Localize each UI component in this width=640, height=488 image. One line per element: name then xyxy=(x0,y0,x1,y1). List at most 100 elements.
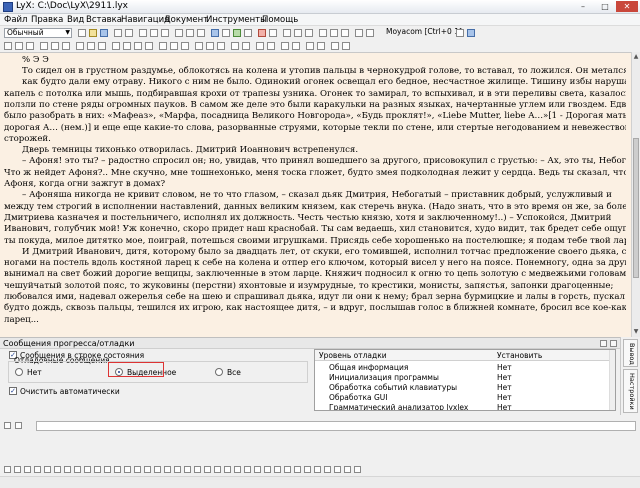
copy-icon[interactable] xyxy=(150,29,158,37)
relations-icon[interactable] xyxy=(231,42,239,50)
fraction-icon[interactable] xyxy=(112,42,120,50)
column-header-set[interactable]: Установить xyxy=(497,351,542,360)
align-right-icon[interactable] xyxy=(62,42,70,50)
note-icon[interactable] xyxy=(355,29,363,37)
auto-clear-checkbox[interactable]: ✓ xyxy=(9,387,17,395)
thesaurus-icon[interactable] xyxy=(305,29,313,37)
history-back-icon[interactable] xyxy=(4,422,11,429)
sum-icon[interactable] xyxy=(159,42,167,50)
align-left-icon[interactable] xyxy=(40,42,48,50)
acute-icon[interactable] xyxy=(354,466,361,473)
find-icon[interactable] xyxy=(175,29,183,37)
tab-settings[interactable]: Настройки xyxy=(623,369,638,413)
open-folder-icon[interactable] xyxy=(89,29,97,37)
arrows-icon[interactable] xyxy=(217,42,225,50)
accept-change-icon[interactable] xyxy=(330,29,338,37)
maximize-button[interactable]: □ xyxy=(594,1,616,12)
menu-view[interactable]: Вид xyxy=(67,14,84,26)
scrollbar-thumb[interactable] xyxy=(633,138,639,278)
menu-document[interactable]: Документ xyxy=(164,14,208,26)
close-button[interactable]: ✕ xyxy=(616,1,638,12)
style-icon[interactable] xyxy=(274,466,281,473)
track-changes-icon[interactable] xyxy=(319,29,327,37)
label-icon[interactable] xyxy=(366,29,374,37)
strikeout-icon[interactable] xyxy=(34,466,41,473)
close-panel-icon[interactable] xyxy=(610,340,617,347)
table-row[interactable]: Инициализация программы Нет xyxy=(315,372,615,382)
sum-icon[interactable] xyxy=(174,466,181,473)
emph-icon[interactable] xyxy=(84,466,91,473)
space-icon[interactable] xyxy=(264,466,271,473)
superscript-icon[interactable] xyxy=(134,42,142,50)
settings-icon[interactable] xyxy=(467,29,475,37)
figure-icon[interactable] xyxy=(233,29,241,37)
dots-icon[interactable] xyxy=(281,42,289,50)
tilde-icon[interactable] xyxy=(314,466,321,473)
text-style-icon[interactable] xyxy=(211,29,219,37)
italic-icon[interactable] xyxy=(15,42,23,50)
sup-icon[interactable] xyxy=(154,466,161,473)
color-icon[interactable] xyxy=(114,466,121,473)
functions-icon[interactable] xyxy=(292,42,300,50)
undo-icon[interactable] xyxy=(114,29,122,37)
dots-icon[interactable] xyxy=(254,466,261,473)
table-row[interactable]: Общая информация Нет xyxy=(315,362,615,372)
font-math-icon[interactable] xyxy=(317,42,325,50)
noun-icon[interactable] xyxy=(94,466,101,473)
noun-icon[interactable] xyxy=(197,29,205,37)
frac-icon[interactable] xyxy=(134,466,141,473)
cases-icon[interactable] xyxy=(224,466,231,473)
serif-icon[interactable] xyxy=(54,466,61,473)
menu-file[interactable]: Файл xyxy=(4,14,27,26)
bold-icon[interactable] xyxy=(4,42,12,50)
layout-icon[interactable] xyxy=(456,29,464,37)
new-document-icon[interactable] xyxy=(78,29,86,37)
root-icon[interactable] xyxy=(144,466,151,473)
spellcheck-icon[interactable] xyxy=(294,29,302,37)
save-icon[interactable] xyxy=(100,29,108,37)
scroll-up-icon[interactable]: ▲ xyxy=(632,53,640,60)
prod-icon[interactable] xyxy=(194,466,201,473)
tab-output[interactable]: Вывод xyxy=(623,339,638,367)
brace-icon[interactable] xyxy=(234,466,241,473)
space-icon[interactable] xyxy=(256,42,264,50)
radio-none[interactable] xyxy=(15,368,23,376)
ddot-icon[interactable] xyxy=(334,466,341,473)
paste-icon[interactable] xyxy=(161,29,169,37)
math-icon[interactable] xyxy=(222,29,230,37)
scroll-down-icon[interactable]: ▼ xyxy=(632,328,640,335)
document-editor[interactable]: % Э Э То сидел он в грустном раздумье, о… xyxy=(0,52,631,337)
radio-all[interactable] xyxy=(215,368,223,376)
table-icon[interactable] xyxy=(244,29,252,37)
underline-icon[interactable] xyxy=(26,42,34,50)
table-scrollbar[interactable] xyxy=(609,350,615,410)
operators-icon[interactable] xyxy=(206,42,214,50)
misc-symbols-icon[interactable] xyxy=(306,42,314,50)
dot-icon[interactable] xyxy=(324,466,331,473)
grave-icon[interactable] xyxy=(344,466,351,473)
lang-icon[interactable] xyxy=(124,466,131,473)
bold-icon[interactable] xyxy=(4,466,11,473)
float-icon[interactable] xyxy=(600,340,607,347)
align-center-icon[interactable] xyxy=(51,42,59,50)
toc-icon[interactable] xyxy=(283,29,291,37)
sub-icon[interactable] xyxy=(164,466,171,473)
vec-icon[interactable] xyxy=(304,466,311,473)
command-input[interactable] xyxy=(36,421,636,431)
menu-help[interactable]: Помощь xyxy=(262,14,298,26)
mono-icon[interactable] xyxy=(64,466,71,473)
integral-icon[interactable] xyxy=(170,42,178,50)
column-header-level[interactable]: Уровень отладки xyxy=(319,351,387,360)
history-forward-icon[interactable] xyxy=(15,422,22,429)
menu-tools[interactable]: Инструменты xyxy=(206,14,267,26)
view-pdf-icon[interactable] xyxy=(258,29,266,37)
table-row[interactable]: Обработка GUI Нет xyxy=(315,392,615,402)
cut-icon[interactable] xyxy=(139,29,147,37)
minimize-button[interactable]: – xyxy=(572,1,594,12)
menu-navigate[interactable]: Навигация xyxy=(121,14,169,26)
paragraph-style-select[interactable]: Обычный ▼ xyxy=(4,28,72,38)
bar-icon[interactable] xyxy=(294,466,301,473)
menu-insert[interactable]: Вставка xyxy=(86,14,122,26)
sqrt-icon[interactable] xyxy=(123,42,131,50)
redo-icon[interactable] xyxy=(125,29,133,37)
